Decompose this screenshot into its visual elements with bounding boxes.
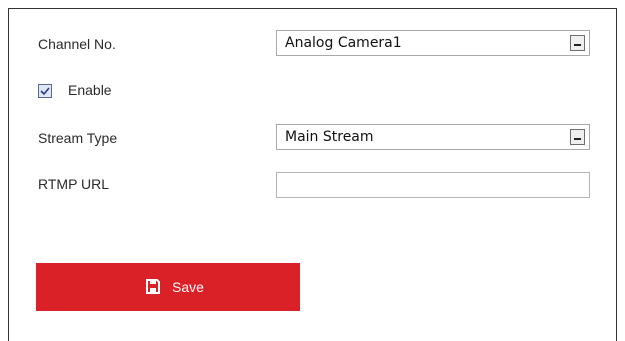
save-button[interactable]: Save <box>36 263 300 311</box>
stream-type-value: Main Stream <box>285 129 374 145</box>
channel-no-label: Channel No. <box>38 36 116 52</box>
stream-type-select[interactable]: Main Stream <box>276 124 590 150</box>
floppy-disk-icon <box>146 279 160 294</box>
checkmark-icon <box>40 87 50 96</box>
channel-no-value: Analog Camera1 <box>285 35 402 51</box>
rtmp-url-input[interactable] <box>276 172 590 198</box>
save-button-label: Save <box>172 279 204 295</box>
enable-checkbox[interactable] <box>38 84 52 98</box>
rtmp-url-label: RTMP URL <box>38 176 110 192</box>
enable-label: Enable <box>68 82 112 98</box>
channel-no-select[interactable]: Analog Camera1 <box>276 30 590 56</box>
chevron-down-icon[interactable] <box>570 129 585 145</box>
chevron-down-icon[interactable] <box>570 35 585 51</box>
stream-type-label: Stream Type <box>38 130 118 146</box>
